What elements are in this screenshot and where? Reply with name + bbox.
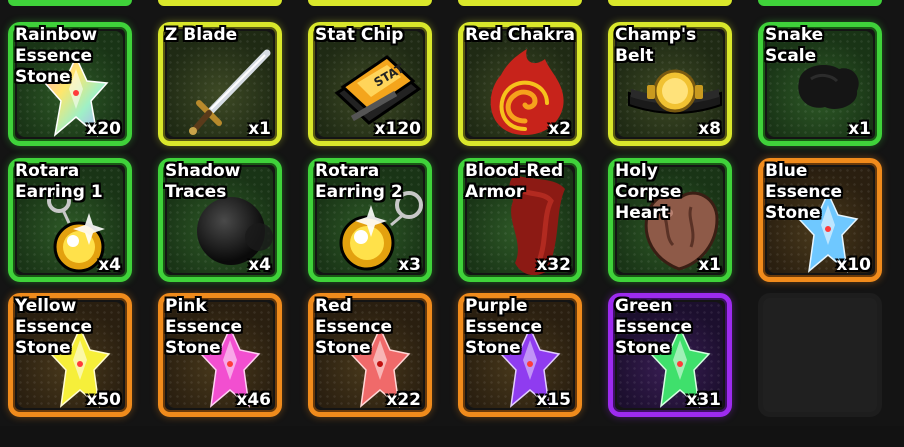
empty-inventory-slot[interactable] (758, 293, 882, 417)
item-quantity: x4 (248, 255, 271, 275)
inventory-slot[interactable]: Rotara Earring 1 x4 (8, 158, 132, 282)
item-quantity: x1 (698, 255, 721, 275)
inventory-grid: Rainbow Essence Stone x20 Z Blade x1 STA… (0, 0, 904, 447)
item-quantity: x1 (848, 119, 871, 139)
snake-scale-icon (798, 65, 859, 110)
inventory-slot[interactable]: Green Essence Stone x31 (608, 293, 732, 417)
item-quantity: x3 (398, 255, 421, 275)
inventory-slot[interactable]: STAT Stat Chip x120 (308, 22, 432, 146)
item-quantity: x2 (548, 119, 571, 139)
bottom-shadow-strip (0, 426, 904, 447)
item-quantity: x32 (536, 255, 571, 275)
inventory-slot[interactable]: Champ's Belt x8 (608, 22, 732, 146)
item-quantity: x20 (86, 119, 121, 139)
champion-belt-icon (628, 69, 722, 114)
item-quantity: x120 (374, 119, 421, 139)
item-quantity: x50 (86, 390, 121, 410)
inventory-slot[interactable]: Rotara Earring 2 x3 (308, 158, 432, 282)
previous-row-slot-edge (8, 0, 132, 6)
inventory-slot[interactable]: Blue Essence Stone x10 (758, 158, 882, 282)
inventory-slot[interactable]: Rainbow Essence Stone x20 (8, 22, 132, 146)
previous-row-slot-edge (758, 0, 882, 6)
inventory-slot[interactable]: Red Chakra x2 (458, 22, 582, 146)
inventory-slot[interactable]: Blood-Red Armor x32 (458, 158, 582, 282)
item-quantity: x1 (248, 119, 271, 139)
item-quantity: x46 (236, 390, 271, 410)
previous-row-slot-edge (458, 0, 582, 6)
inventory-slot[interactable]: Z Blade x1 (158, 22, 282, 146)
inventory-slot[interactable]: Pink Essence Stone x46 (158, 293, 282, 417)
item-quantity: x31 (686, 390, 721, 410)
inventory-slot[interactable]: Yellow Essence Stone x50 (8, 293, 132, 417)
inventory-slot[interactable]: Shadow Traces x4 (158, 158, 282, 282)
item-quantity: x22 (386, 390, 421, 410)
item-quantity: x10 (836, 255, 871, 275)
previous-row-slot-edge (608, 0, 732, 6)
previous-row-slot-edge (308, 0, 432, 6)
previous-row-slot-edge (158, 0, 282, 6)
item-quantity: x15 (536, 390, 571, 410)
inventory-slot[interactable]: Red Essence Stone x22 (308, 293, 432, 417)
inventory-slot[interactable]: Snake Scale x1 (758, 22, 882, 146)
item-quantity: x4 (98, 255, 121, 275)
inventory-slot[interactable]: Holy Corpse Heart x1 (608, 158, 732, 282)
item-quantity: x8 (698, 119, 721, 139)
inventory-slot[interactable]: Purple Essence Stone x15 (458, 293, 582, 417)
